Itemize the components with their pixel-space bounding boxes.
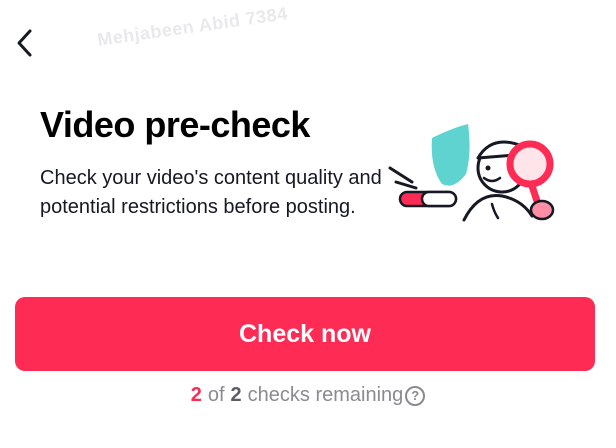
page-title: Video pre-check (40, 104, 310, 145)
checks-used-count: 2 (190, 384, 202, 406)
checks-of-label: of (207, 384, 225, 406)
page-description: Check your video's content quality and p… (40, 167, 382, 218)
watermark: Mehjabeen Abid 7384 (96, 3, 289, 50)
video-precheck-screen: Mehjabeen Abid 7384 Video pre-check Chec… (0, 0, 616, 448)
checks-remaining: 2 of 2 checks remaining ? (0, 384, 616, 407)
question-circle-icon[interactable]: ? (405, 385, 426, 406)
chevron-left-icon (17, 29, 32, 57)
checks-remaining-label: checks remaining (247, 384, 404, 406)
checks-total-count: 2 (230, 384, 242, 406)
inspector-with-magnifier-illustration (388, 124, 555, 222)
check-now-button[interactable]: Check now (15, 297, 595, 371)
back-button[interactable] (10, 24, 40, 62)
